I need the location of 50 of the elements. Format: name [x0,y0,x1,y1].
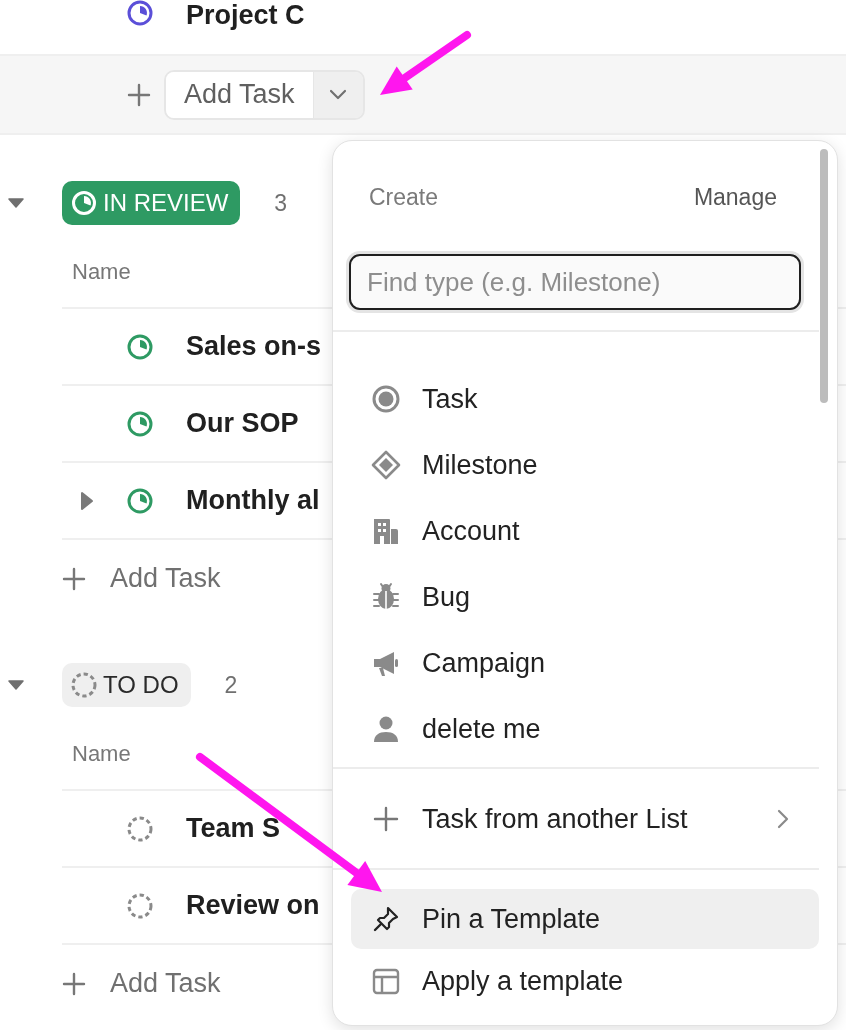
scrollbar[interactable] [820,149,828,403]
menu-item[interactable]: Task [351,366,819,432]
menu-item[interactable]: Task from another List [351,786,819,852]
menu-item[interactable]: Bug [351,564,819,630]
chevron-down-icon [329,88,348,101]
person-icon [371,714,401,744]
task-name[interactable]: Project C [186,0,305,31]
status-dashed-icon [127,815,153,842]
template-icon [371,966,401,996]
status-progress-icon [127,333,153,360]
task-name[interactable]: Monthly al [186,485,320,516]
add-task-link[interactable]: Add Task [110,968,221,999]
status-badge[interactable]: IN REVIEW [62,181,241,225]
milestone-icon [371,450,401,480]
menu-item[interactable]: Pin a Template [351,889,819,949]
pin-icon [371,904,401,934]
search-field[interactable]: Find type (e.g. Milestone) [349,254,801,310]
collapse-caret-icon[interactable] [8,678,24,692]
plus-icon[interactable] [62,971,86,996]
plus-icon[interactable] [62,566,86,591]
expand-caret-icon[interactable] [80,490,94,511]
status-progress-icon [127,487,153,514]
status-badge[interactable]: TO DO [62,663,191,707]
menu-item[interactable]: delete me [351,696,819,762]
add-task-button[interactable]: Add Task [166,71,313,118]
task-name[interactable]: Sales on-s [186,331,322,362]
add-task-link[interactable]: Add Task [110,563,221,594]
menu-item[interactable]: Campaign [351,630,819,696]
plus-icon [371,804,401,834]
building-icon [371,516,401,546]
column-header: Name [72,741,131,767]
column-header: Name [72,259,131,285]
chevron-right-icon [777,809,789,829]
status-progress-icon [71,190,97,216]
manage-link[interactable]: Manage [693,183,777,211]
menu-item[interactable]: Account [351,498,819,564]
task-name[interactable]: Our SOP [186,408,299,439]
status-dashed-icon [127,892,153,919]
task-type-icon [371,384,401,414]
collapse-caret-icon[interactable] [8,196,24,210]
menu-title: Create [369,183,439,211]
task-count: 3 [274,189,288,217]
task-name[interactable]: Review on [186,890,320,921]
task-count: 2 [224,671,238,699]
plus-icon[interactable] [127,82,151,107]
status-progress-icon [127,410,153,437]
task-name[interactable]: Team S [186,813,281,844]
menu-item[interactable]: Apply a template [351,951,819,1011]
bug-icon [371,582,401,612]
menu-item[interactable]: Milestone [351,432,819,498]
